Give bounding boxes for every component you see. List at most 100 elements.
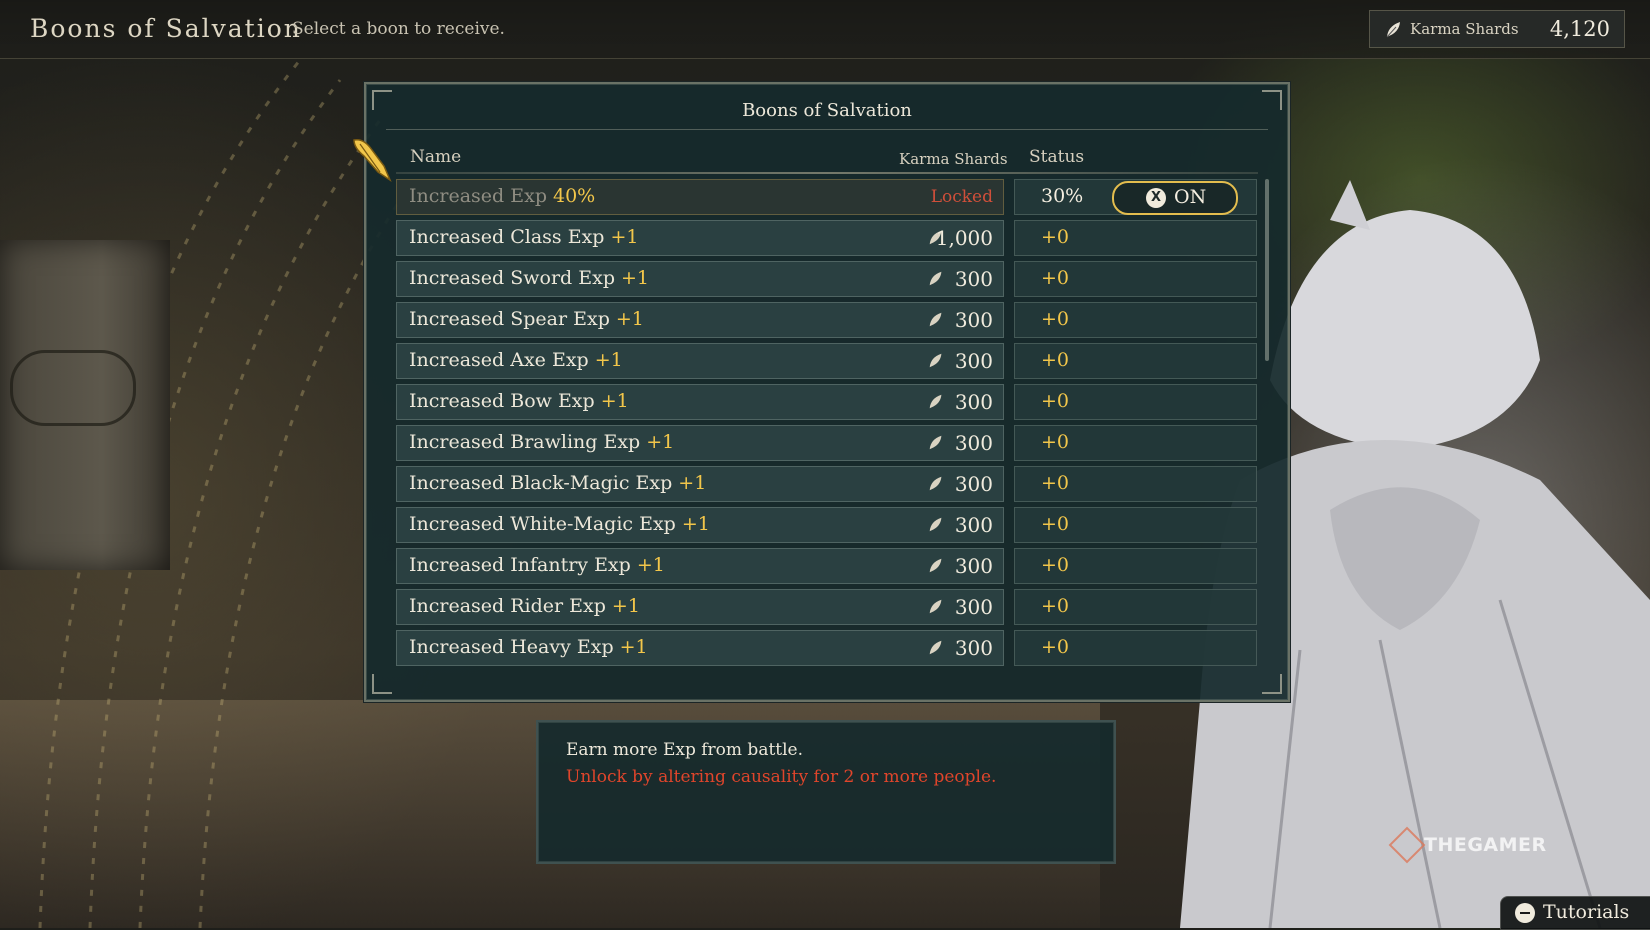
boon-cost: 300 [954, 472, 993, 496]
boon-name: Increased Bow Exp +1 [409, 390, 629, 412]
boons-panel: Boons of Salvation Name Karma Shards Sta… [364, 82, 1290, 702]
boon-name: Increased Spear Exp +1 [409, 308, 644, 330]
toggle-label: ON [1174, 186, 1207, 208]
x-button-icon: X [1146, 188, 1166, 208]
feather-icon [927, 516, 945, 538]
boon-status-value: +0 [1041, 226, 1070, 248]
watermark-logo-icon [1388, 826, 1426, 864]
boon-name-cell: Increased Black-Magic Exp +1 300 [396, 466, 1004, 502]
boon-status-cell: +0 [1014, 384, 1257, 420]
boon-bonus: +1 [594, 349, 623, 371]
boon-cost: 1,000 [935, 226, 993, 250]
boon-row-increased-bow-exp[interactable]: Increased Bow Exp +1 300 +0 [396, 384, 1257, 420]
boon-name: Increased Black-Magic Exp +1 [409, 472, 707, 494]
feather-icon [927, 639, 945, 661]
boon-name-cell: Increased Bow Exp +1 300 [396, 384, 1004, 420]
karma-shards-counter: Karma Shards 4,120 [1369, 10, 1625, 48]
boon-status-cell: +0 [1014, 548, 1257, 584]
watermark: THEGAMER [1388, 826, 1547, 864]
boon-name: Increased Sword Exp +1 [409, 267, 650, 289]
boon-bonus: +1 [600, 390, 629, 412]
feather-icon [1384, 20, 1404, 44]
boon-bonus: +1 [636, 554, 665, 576]
boon-row-increased-black-magic-exp[interactable]: Increased Black-Magic Exp +1 300 +0 [396, 466, 1257, 502]
boon-bonus: +1 [681, 513, 710, 535]
boon-name-cell: Increased Rider Exp +1 300 [396, 589, 1004, 625]
boon-status-cell: +0 [1014, 302, 1257, 338]
boon-bonus: 40% [552, 185, 596, 207]
boon-status-cell: +0 [1014, 630, 1257, 666]
feather-icon [927, 434, 945, 456]
boon-row-increased-sword-exp[interactable]: Increased Sword Exp +1 300 +0 [396, 261, 1257, 297]
boon-status-cell: +0 [1014, 220, 1257, 256]
boon-cost: 300 [954, 431, 993, 455]
background-pillar [0, 240, 170, 570]
boon-row-increased-spear-exp[interactable]: Increased Spear Exp +1 300 +0 [396, 302, 1257, 338]
boon-row-increased-brawling-exp[interactable]: Increased Brawling Exp +1 300 +0 [396, 425, 1257, 461]
boon-name: Increased Rider Exp +1 [409, 595, 640, 617]
watermark-text: THEGAMER [1424, 834, 1547, 856]
page-subtitle: Select a boon to receive. [292, 19, 505, 39]
column-header-name: Name [410, 147, 462, 167]
minus-button-icon [1515, 903, 1535, 923]
boon-row-increased-white-magic-exp[interactable]: Increased White-Magic Exp +1 300 +0 [396, 507, 1257, 543]
tutorials-button[interactable]: Tutorials [1500, 896, 1650, 930]
boon-description: Earn more Exp from battle. [566, 740, 804, 760]
divider [386, 129, 1268, 130]
boon-cost: 300 [954, 390, 993, 414]
boon-name: Increased Class Exp +1 [409, 226, 639, 248]
boon-row-increased-axe-exp[interactable]: Increased Axe Exp +1 300 +0 [396, 343, 1257, 379]
boon-status-value: +0 [1041, 390, 1070, 412]
boon-status-cell: +0 [1014, 589, 1257, 625]
divider [396, 172, 1258, 174]
boon-status-cell: +0 [1014, 343, 1257, 379]
list-scrollbar[interactable] [1265, 179, 1269, 361]
boon-row-increased-class-exp[interactable]: Increased Class Exp +1 1,000 +0 [396, 220, 1257, 256]
karma-shards-value: 4,120 [1549, 17, 1610, 41]
boon-status-cell: +0 [1014, 466, 1257, 502]
boon-unlock-requirement: Unlock by altering causality for 2 or mo… [566, 767, 997, 787]
boon-name: Increased Infantry Exp +1 [409, 554, 665, 576]
boon-status-value: +0 [1041, 472, 1070, 494]
boon-row-increased-infantry-exp[interactable]: Increased Infantry Exp +1 300 +0 [396, 548, 1257, 584]
boon-cost: 300 [954, 513, 993, 537]
boon-bonus: +1 [646, 431, 675, 453]
feather-icon [927, 475, 945, 497]
boon-cost: 300 [954, 636, 993, 660]
boon-status-value: +0 [1041, 267, 1070, 289]
feather-icon [927, 598, 945, 620]
boon-name: Increased Heavy Exp +1 [409, 636, 648, 658]
boon-bonus: +1 [615, 308, 644, 330]
boon-name-cell: Increased Heavy Exp +1 300 [396, 630, 1004, 666]
panel-title: Boons of Salvation [742, 100, 912, 121]
boon-bonus: +1 [619, 636, 648, 658]
feather-icon [927, 393, 945, 415]
boon-name: Increased White-Magic Exp +1 [409, 513, 710, 535]
boon-bonus: +1 [621, 267, 650, 289]
column-header-status: Status [1029, 147, 1085, 167]
boon-cost: 300 [954, 308, 993, 332]
boon-cost: 300 [954, 554, 993, 578]
boon-name-cell: Increased Sword Exp +1 300 [396, 261, 1004, 297]
boon-bonus: +1 [611, 595, 640, 617]
boon-list: Increased Exp 40% Locked 30% X ON Increas… [396, 179, 1257, 671]
boon-status-value: +0 [1041, 595, 1070, 617]
boon-row-increased-exp[interactable]: Increased Exp 40% Locked 30% X ON [396, 179, 1257, 215]
boon-row-increased-rider-exp[interactable]: Increased Rider Exp +1 300 +0 [396, 589, 1257, 625]
boon-name: Increased Exp 40% [409, 185, 596, 207]
boon-status-value: +0 [1041, 349, 1070, 371]
tutorials-label: Tutorials [1543, 901, 1630, 923]
boon-row-increased-heavy-exp[interactable]: Increased Heavy Exp +1 300 +0 [396, 630, 1257, 666]
boon-toggle-button[interactable]: X ON [1112, 181, 1238, 215]
column-header-cost: Karma Shards [899, 150, 1008, 168]
boon-status-cell: +0 [1014, 261, 1257, 297]
feather-icon [927, 352, 945, 374]
boon-name-cell: Increased Exp 40% Locked [396, 179, 1004, 215]
boon-description-box: Earn more Exp from battle. Unlock by alt… [536, 720, 1116, 864]
feather-icon [927, 557, 945, 579]
boon-status-value: +0 [1041, 513, 1070, 535]
selection-cursor-icon [353, 138, 392, 183]
boon-cost: 300 [954, 595, 993, 619]
background-knotwork [10, 350, 136, 426]
top-bar: Boons of Salvation Select a boon to rece… [0, 0, 1650, 59]
